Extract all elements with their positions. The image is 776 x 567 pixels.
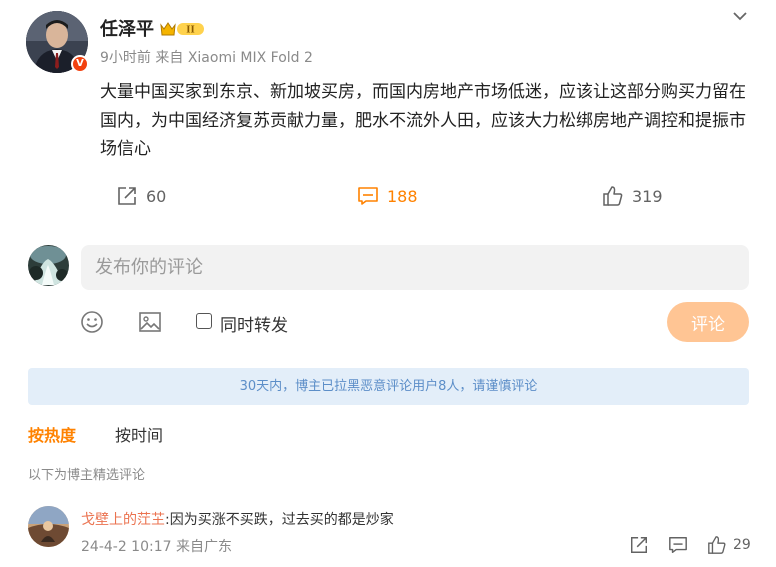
comment-body: 戈壁上的茳芏:因为买涨不买跌，过去买的都是炒家: [81, 509, 394, 529]
member-badge-icon: II: [160, 20, 206, 38]
tab-sort-hot[interactable]: 按热度: [28, 422, 76, 446]
comment-button[interactable]: 188: [357, 184, 418, 208]
emoji-icon[interactable]: [80, 310, 104, 334]
my-avatar[interactable]: [28, 245, 69, 286]
post-time[interactable]: 9小时前: [100, 50, 151, 66]
like-button[interactable]: 319: [602, 184, 663, 208]
comment-repost-icon[interactable]: [629, 535, 649, 555]
thumbs-up-icon: [603, 186, 623, 206]
repost-checkbox-label[interactable]: 同时转发: [220, 311, 288, 336]
tab-sort-time[interactable]: 按时间: [115, 422, 163, 446]
comment-count: 188: [387, 186, 418, 206]
image-icon[interactable]: [138, 310, 162, 334]
comment-text: :因为买涨不买跌，过去买的都是炒家: [165, 512, 394, 528]
author-name[interactable]: 任泽平: [100, 15, 154, 41]
comment-reply-icon[interactable]: [668, 535, 688, 555]
comment-input[interactable]: [81, 245, 749, 290]
comment-like-count: 29: [733, 537, 751, 553]
repost-checkbox[interactable]: [196, 313, 212, 329]
comment-icon: [358, 187, 378, 205]
thumbs-up-icon: [708, 536, 726, 554]
repost-count: 60: [146, 186, 167, 206]
submit-comment-button[interactable]: 评论: [667, 302, 749, 342]
post-content: 大量中国买家到东京、新加坡买房，而国内房地产市场低迷，应该让这部分购买力留在国内…: [100, 82, 746, 159]
post-meta: 9小时前 来自 Xiaomi MIX Fold 2: [100, 47, 313, 67]
featured-comments-note: 以下为博主精选评论: [28, 468, 146, 483]
verified-badge-icon: V: [71, 55, 89, 73]
member-badge-label: II: [186, 26, 194, 36]
commenter-avatar[interactable]: [28, 506, 69, 547]
commenter-name[interactable]: 戈壁上的茳芏: [81, 512, 165, 528]
chevron-down-icon[interactable]: [730, 6, 750, 26]
repost-button[interactable]: 60: [116, 184, 166, 208]
comment-like-button[interactable]: 29: [707, 535, 751, 555]
blacklist-notice: 30天内，博主已拉黑恶意评论用户8人，请谨慎评论: [28, 368, 749, 405]
comment-meta: 24-4-2 10:17 来自广东: [81, 539, 232, 555]
repost-icon: [118, 187, 136, 205]
post-source: 来自 Xiaomi MIX Fold 2: [155, 50, 313, 66]
like-count: 319: [632, 186, 663, 206]
